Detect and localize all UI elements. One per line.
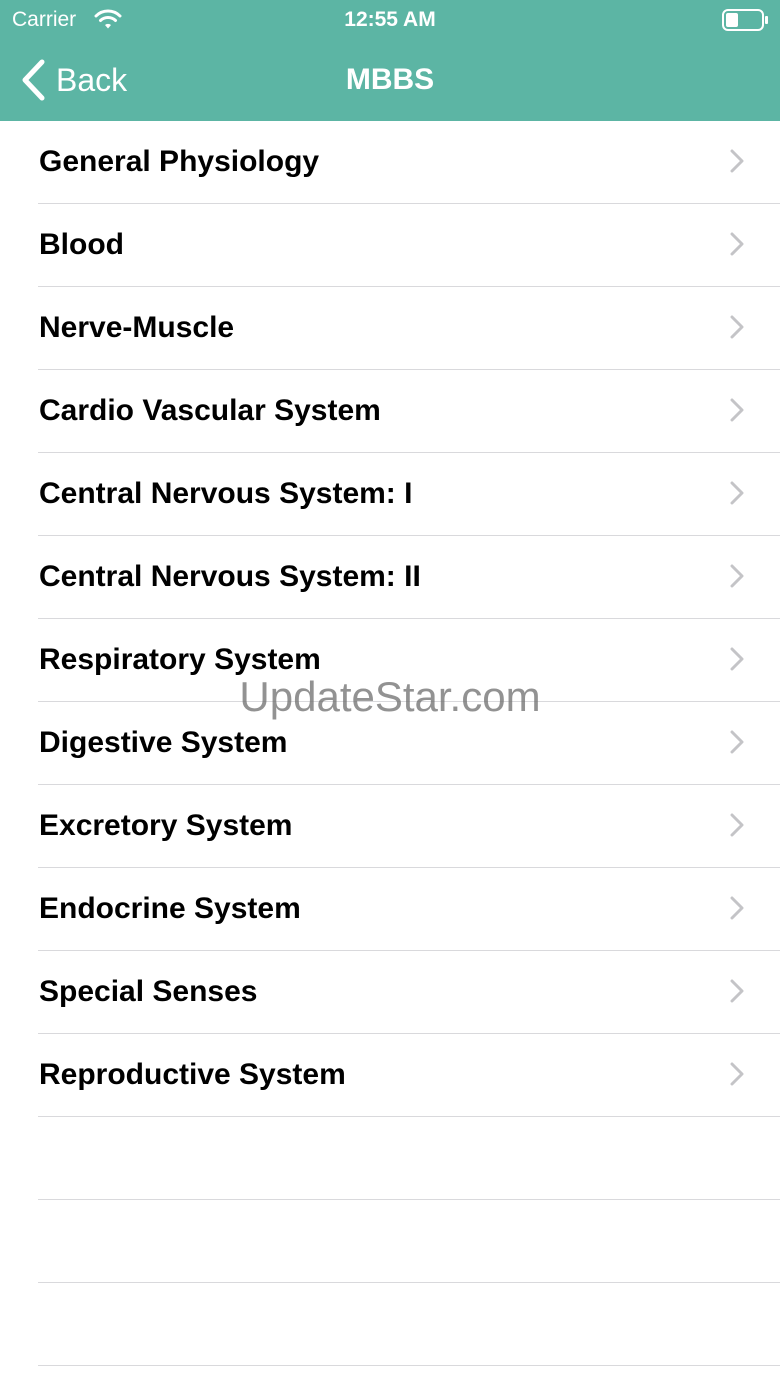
list-item-central-nervous-system-1[interactable]: Central Nervous System: I [0,453,780,536]
chevron-right-icon [730,1062,744,1086]
list-item-label: Central Nervous System: I [39,477,413,510]
list-item-general-physiology[interactable]: General Physiology [0,121,780,204]
list-item-label: Respiratory System [39,643,321,676]
list-item-cardio-vascular-system[interactable]: Cardio Vascular System [0,370,780,453]
page-title: MBBS [345,63,435,96]
list-item-label: Endocrine System [39,892,301,925]
status-time: 12:55 AM [344,8,436,31]
screen: Carrier 12:55 AM Back MBBS General Physi… [0,0,780,1387]
list-item-label: Excretory System [39,809,293,842]
list-item-special-senses[interactable]: Special Senses [0,951,780,1034]
list-item-respiratory-system[interactable]: Respiratory System [0,619,780,702]
list-item-label: Blood [39,228,124,261]
empty-row [0,1200,780,1283]
navigation-bar: Back MBBS [0,40,780,121]
chevron-right-icon [730,398,744,422]
chevron-right-icon [730,647,744,671]
topic-list: General Physiology Blood Nerve-Muscle Ca… [0,121,780,1366]
chevron-right-icon [730,979,744,1003]
chevron-right-icon [730,232,744,256]
empty-row [0,1283,780,1366]
status-bar: Carrier 12:55 AM [0,0,780,40]
list-item-digestive-system[interactable]: Digestive System [0,702,780,785]
list-item-label: Special Senses [39,975,258,1008]
chevron-right-icon [730,896,744,920]
list-item-blood[interactable]: Blood [0,204,780,287]
list-item-label: Central Nervous System: II [39,560,421,593]
list-item-excretory-system[interactable]: Excretory System [0,785,780,868]
list-item-label: Cardio Vascular System [39,394,381,427]
top-bar: Carrier 12:55 AM Back MBBS [0,0,780,121]
chevron-right-icon [730,481,744,505]
list-item-label: Nerve-Muscle [39,311,235,344]
list-item-label: General Physiology [39,145,320,178]
chevron-right-icon [730,315,744,339]
chevron-right-icon [730,564,744,588]
list-item-reproductive-system[interactable]: Reproductive System [0,1034,780,1117]
chevron-right-icon [730,730,744,754]
list-item-endocrine-system[interactable]: Endocrine System [0,868,780,951]
list-item-central-nervous-system-2[interactable]: Central Nervous System: II [0,536,780,619]
chevron-right-icon [730,149,744,173]
chevron-right-icon [730,813,744,837]
empty-row [0,1117,780,1200]
list-item-nerve-muscle[interactable]: Nerve-Muscle [0,287,780,370]
battery-icon [722,9,768,31]
list-item-label: Digestive System [39,726,288,759]
list-item-label: Reproductive System [39,1058,346,1091]
